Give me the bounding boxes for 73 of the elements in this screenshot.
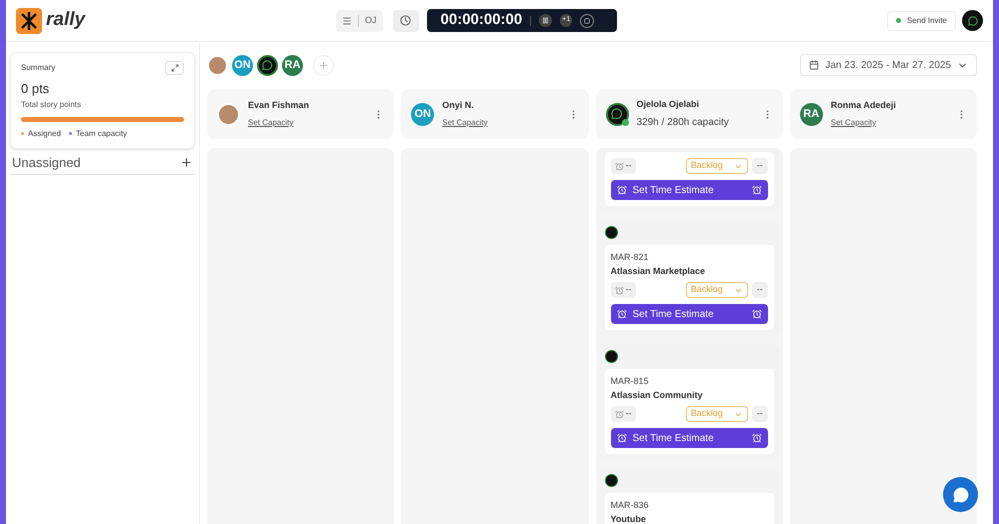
points-chip[interactable]: -- (752, 158, 768, 174)
estimate-value: -- (626, 407, 632, 420)
set-time-estimate-button[interactable]: Set Time Estimate (610, 428, 768, 448)
member-name: Onyi N. (442, 99, 475, 112)
clock-icon (400, 15, 412, 26)
points-chip[interactable]: -- (752, 406, 768, 422)
plus-icon (180, 156, 193, 169)
alarm-clock-icon (752, 185, 762, 195)
avatar-logo-icon (606, 102, 628, 126)
plus-icon (318, 60, 329, 70)
alarm-clock-icon (614, 410, 624, 418)
avatar-photo-placeholder (217, 102, 240, 126)
estimate-chip[interactable]: -- (610, 158, 636, 174)
profile-avatar-icon[interactable] (962, 10, 983, 31)
add-button[interactable] (180, 156, 193, 169)
alarm-clock-icon (614, 162, 624, 170)
ticket-id: MAR-815 (610, 375, 650, 388)
calendar-icon (809, 60, 820, 70)
alarm-clock-icon (752, 309, 762, 319)
capacity-text: 329h / 280h capacity (636, 116, 730, 130)
assignee-icon (604, 474, 618, 487)
ticket-title: Youtube (610, 512, 647, 524)
pause-icon (542, 17, 550, 24)
estimate-value: -- (626, 159, 632, 172)
points-value: 0 pts (21, 80, 50, 98)
member-name: Ojelola Ojelabi (636, 98, 700, 111)
summary-title: Summary (21, 62, 56, 74)
pause-button[interactable] (539, 14, 552, 27)
set-capacity-link[interactable]: Set Capacity (442, 116, 560, 129)
points-chip[interactable]: -- (752, 282, 768, 298)
expand-button[interactable] (165, 61, 184, 75)
assignee-icon (604, 350, 618, 363)
chat-bubble-icon (968, 16, 978, 26)
send-invite-button[interactable]: Send Invite (886, 10, 956, 30)
alarm-clock-icon (616, 309, 626, 319)
set-time-estimate-button[interactable]: Set Time Estimate (610, 304, 768, 324)
alarm-clock-icon (616, 185, 626, 195)
assignee-icon (604, 226, 618, 239)
ticket-title: Atlassian Community (610, 388, 704, 402)
date-range-picker[interactable]: Jan 23. 2025 - Mar 27. 2025 (800, 54, 977, 76)
set-time-estimate-button[interactable]: Set Time Estimate (610, 180, 768, 200)
logo-icon (16, 8, 42, 34)
legend-label: Assigned (28, 128, 61, 140)
expand-icon (170, 64, 178, 72)
alarm-clock-icon (752, 433, 762, 443)
avatar-logo-icon (257, 54, 278, 76)
member-name: Evan Fishman (248, 99, 310, 112)
set-capacity-link[interactable]: Set Capacity (830, 116, 948, 129)
stop-icon (584, 18, 590, 24)
alarm-clock-icon (616, 433, 626, 443)
stop-button[interactable] (580, 14, 594, 28)
legend-label: Team capacity (76, 128, 128, 140)
avatar-initials: RA (800, 102, 823, 126)
clock-button[interactable] (392, 10, 419, 32)
timer-text: 00:00:00:00 (440, 10, 522, 30)
ticket-id: MAR-821 (610, 251, 650, 264)
menu-icon (342, 16, 352, 26)
avatar-initials: RA (282, 54, 303, 76)
avatar-initials: ON (411, 102, 434, 126)
view-toggle[interactable]: OJ (336, 10, 383, 32)
logo-text: rally (46, 8, 86, 32)
ticket-id: MAR-836 (610, 499, 650, 512)
alarm-clock-icon (614, 286, 624, 294)
ticket-title: Atlassian Marketplace (610, 264, 706, 278)
estimate-chip[interactable]: -- (610, 406, 636, 422)
member-name: Ronma Adedeji (830, 99, 897, 112)
estimate-value: -- (626, 283, 632, 296)
points-subtitle: Total story points (21, 98, 82, 110)
avatar-initials: ON (232, 54, 253, 76)
unassigned-heading: Unassigned (12, 154, 81, 172)
chat-icon (952, 486, 968, 502)
set-capacity-link[interactable]: Set Capacity (248, 116, 366, 129)
estimate-chip[interactable]: -- (610, 282, 636, 298)
